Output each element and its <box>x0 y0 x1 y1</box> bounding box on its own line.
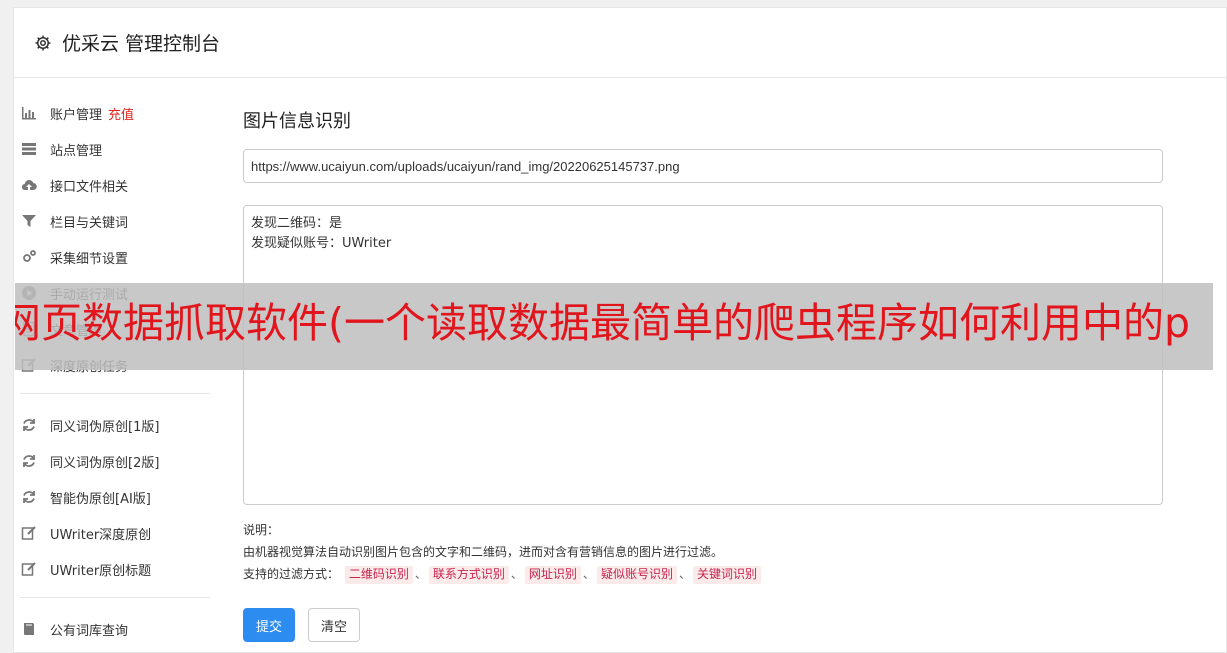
action-buttons: 提交 清空 <box>243 608 1163 642</box>
filter-list: 支持的过滤方式： 二维码识别、联系方式识别、网址识别、疑似账号识别、关键词识别 <box>243 563 1163 585</box>
sidebar-item[interactable]: 公有词库查询 <box>20 611 210 647</box>
sidebar-item-label: 接口文件相关 <box>50 179 129 195</box>
sidebar-item-label: 账户管理 <box>50 107 103 123</box>
sidebar-item-label: 站点管理 <box>50 143 103 159</box>
sidebar-item[interactable]: 智能伪原创[AI版] <box>20 479 210 515</box>
sidebar-item-label: 栏目与关键词 <box>50 215 129 231</box>
desc-label: 说明： <box>243 523 280 537</box>
result-line-account: 发现疑似账号：UWriter <box>251 236 392 251</box>
sidebar-item[interactable]: 站点管理 <box>20 131 210 167</box>
filter-separator: 、 <box>678 567 691 581</box>
filter-separator: 、 <box>414 567 427 581</box>
sidebar-item[interactable]: UWriter原创标题 <box>20 551 210 587</box>
sidebar-item[interactable]: 栏目与关键词 <box>20 203 210 239</box>
sidebar-item-label: 同义词伪原创[1版] <box>50 419 160 435</box>
sidebar-item[interactable]: UWriter深度原创 <box>20 515 210 551</box>
bar-chart-icon <box>20 104 38 122</box>
edit-icon <box>20 560 38 578</box>
sidebar-item[interactable]: 同义词伪原创[2版] <box>20 443 210 479</box>
refresh-icon <box>20 416 38 434</box>
filter-tag: 疑似账号识别 <box>596 566 677 584</box>
filter-icon <box>20 212 38 230</box>
sidebar-item[interactable]: 账户管理 充值 <box>20 95 210 131</box>
recharge-link[interactable]: 充值 <box>108 104 134 123</box>
sidebar-item-label: 公有词库查询 <box>50 623 129 639</box>
sidebar-item-label: 采集细节设置 <box>50 251 129 267</box>
sidebar-item-label: 智能伪原创[AI版] <box>50 491 151 507</box>
edit-icon <box>20 524 38 542</box>
server-icon <box>20 140 38 158</box>
watermark-text: 网页数据抓取软件(一个读取数据最简单的爬虫程序如何利用中的p <box>15 299 1191 347</box>
page-title: 优采云 管理控制台 <box>62 33 221 55</box>
cloud-upload-icon <box>20 176 38 194</box>
sidebar-item[interactable]: 同义词伪原创[1版] <box>20 407 210 443</box>
desc-text: 由机器视觉算法自动识别图片包含的文字和二维码，进而对含有营销信息的图片进行过滤。 <box>243 545 724 559</box>
watermark-banner: 网页数据抓取软件(一个读取数据最简单的爬虫程序如何利用中的p <box>15 283 1213 370</box>
filter-separator: 、 <box>582 567 595 581</box>
book-icon <box>20 620 38 638</box>
filter-tag: 网址识别 <box>524 566 581 584</box>
cogs-icon <box>20 248 38 266</box>
sidebar-item-label: 同义词伪原创[2版] <box>50 455 160 471</box>
sidebar: 账户管理充值站点管理接口文件相关栏目与关键词采集细节设置手动运行测试文章管理深度… <box>20 95 210 647</box>
refresh-icon <box>20 488 38 506</box>
sidebar-item-label: UWriter原创标题 <box>50 563 152 579</box>
sidebar-divider <box>20 393 210 394</box>
filters-label: 支持的过滤方式： <box>243 567 340 581</box>
filter-tag: 关键词识别 <box>692 566 761 584</box>
filter-tag: 联系方式识别 <box>428 566 509 584</box>
sidebar-divider <box>20 597 210 598</box>
sidebar-item[interactable]: 接口文件相关 <box>20 167 210 203</box>
submit-button[interactable]: 提交 <box>243 608 296 642</box>
filter-tag: 二维码识别 <box>344 566 413 584</box>
refresh-icon <box>20 452 38 470</box>
sidebar-item[interactable]: 采集细节设置 <box>20 239 210 275</box>
image-url-input[interactable] <box>243 149 1163 183</box>
clear-button[interactable]: 清空 <box>308 608 361 642</box>
gear-icon <box>35 35 51 50</box>
sidebar-item-label: UWriter深度原创 <box>50 527 152 543</box>
result-line-qrcode: 发现二维码：是 <box>251 216 343 231</box>
console-header: 优采云 管理控制台 <box>14 8 1226 78</box>
section-title: 图片信息识别 <box>243 111 351 132</box>
filter-separator: 、 <box>510 567 523 581</box>
description: 说明： 由机器视觉算法自动识别图片包含的文字和二维码，进而对含有营销信息的图片进… <box>243 519 1163 585</box>
